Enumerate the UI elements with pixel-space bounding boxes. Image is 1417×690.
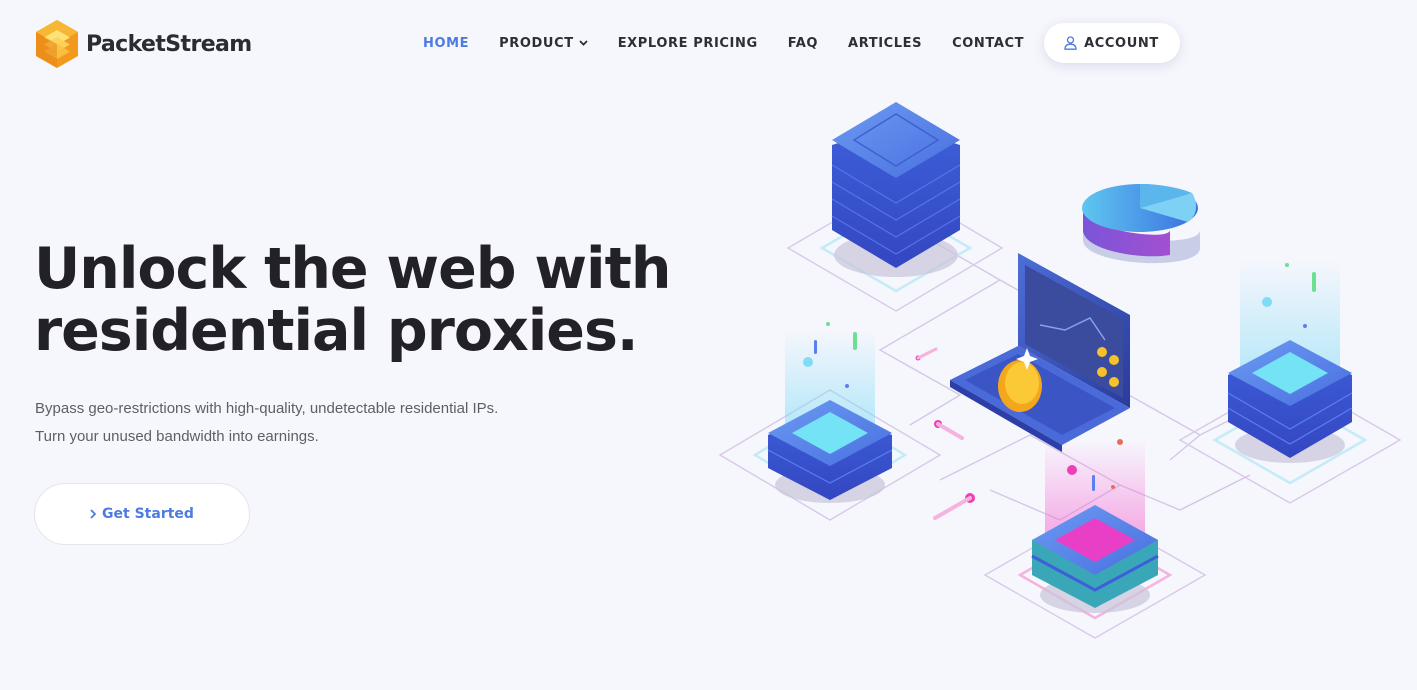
isometric-network-graphic [718,102,1402,639]
hero-subtitle-line-2: Turn your unused bandwidth into earnings… [35,428,319,445]
main-nav: HOME PRODUCT EXPLORE PRICING FAQ ARTICLE… [408,0,1180,86]
nav-home[interactable]: HOME [408,36,484,51]
hero-title-line-1: Unlock the web with [34,236,671,302]
nav-faq-label: FAQ [787,35,819,51]
account-button[interactable]: ACCOUNT [1044,23,1180,63]
network-illustration [700,90,1417,690]
nav-explore-pricing-label: EXPLORE PRICING [617,35,758,51]
hero-subtitle-line-1: Bypass geo-restrictions with high-qualit… [35,400,499,417]
brand-logo[interactable]: PacketStream [34,18,252,70]
hero-title-line-2: residential proxies. [34,298,639,364]
hero-title: Unlock the web with residential proxies. [34,238,674,362]
nav-faq[interactable]: FAQ [773,36,833,51]
nav-product[interactable]: PRODUCT [484,36,603,51]
hero-subtitle: Bypass geo-restrictions with high-qualit… [35,395,498,451]
get-started-button[interactable]: Get Started [34,483,250,545]
chevron-right-icon [90,509,97,519]
nav-product-label: PRODUCT [499,35,574,51]
stacked-layers-logo-icon [36,20,78,68]
nav-contact-label: CONTACT [952,35,1025,51]
user-icon [1064,36,1077,50]
nav-explore-pricing[interactable]: EXPLORE PRICING [603,36,773,51]
nav-home-label: HOME [423,35,470,51]
nav-articles[interactable]: ARTICLES [833,36,937,51]
account-label: ACCOUNT [1084,35,1159,51]
get-started-label: Get Started [102,506,194,522]
nav-articles-label: ARTICLES [848,35,923,51]
chevron-down-icon [579,40,588,46]
brand-name: PacketStream [86,31,252,57]
nav-contact[interactable]: CONTACT [937,36,1039,51]
